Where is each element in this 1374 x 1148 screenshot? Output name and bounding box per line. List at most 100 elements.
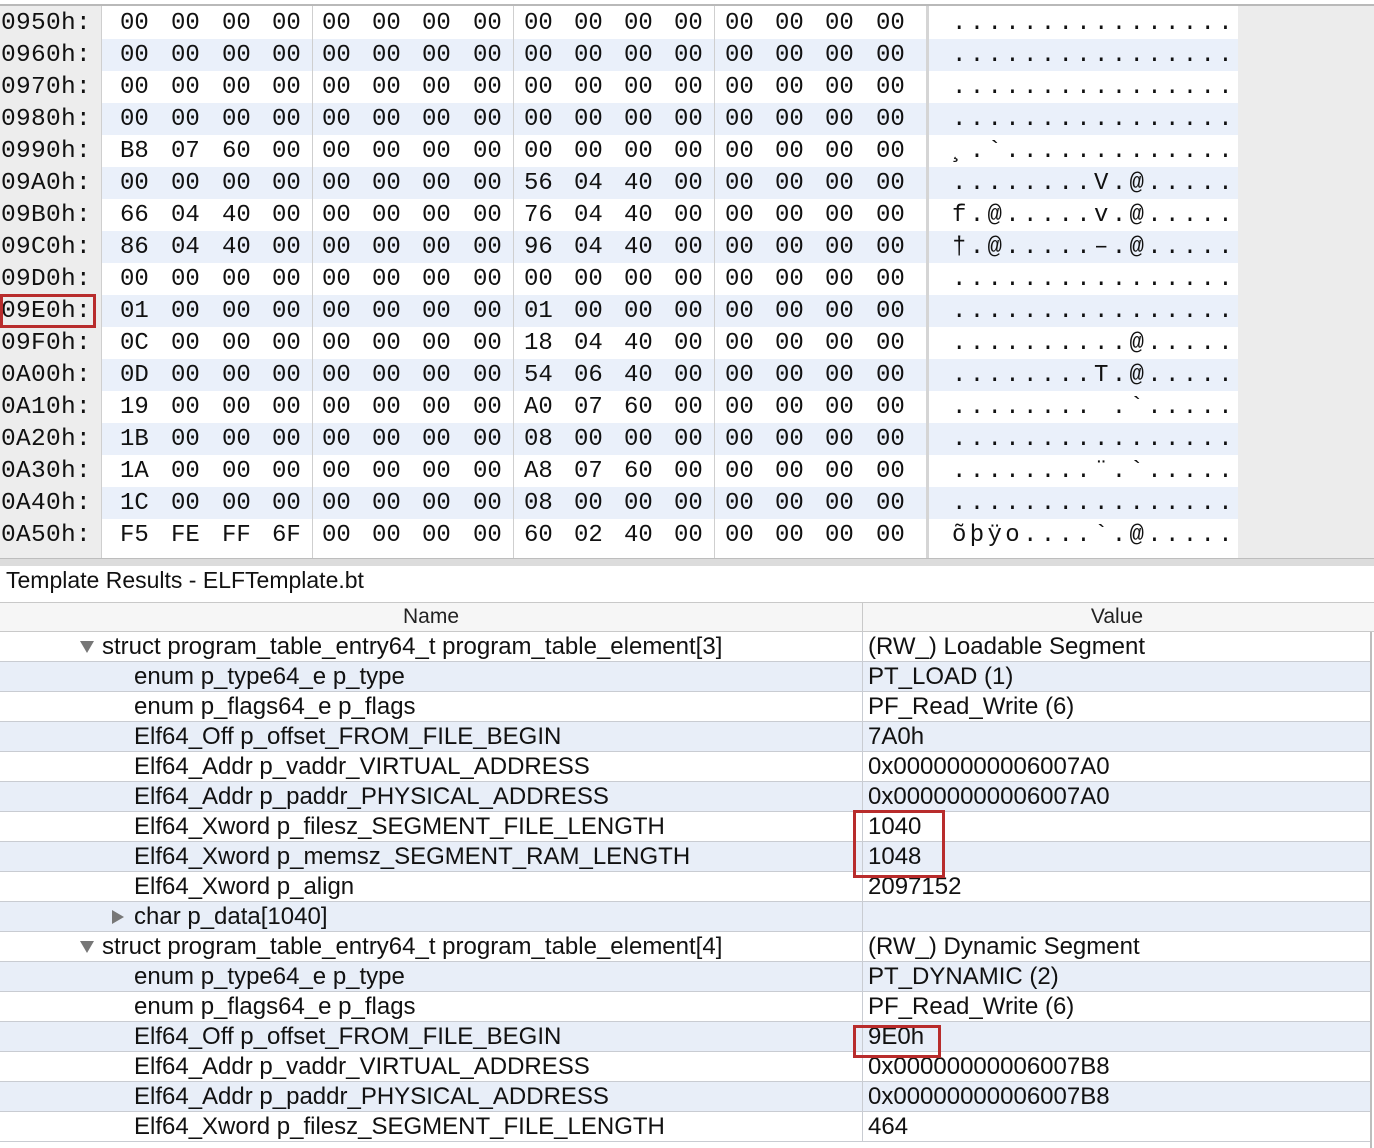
hex-byte[interactable]: 00 — [876, 42, 905, 69]
hex-byte[interactable]: 00 — [775, 106, 804, 133]
hex-byte[interactable]: 00 — [422, 330, 451, 357]
hex-byte[interactable]: 00 — [876, 522, 905, 549]
hex-byte[interactable]: 00 — [624, 42, 653, 69]
hex-byte[interactable]: 00 — [775, 170, 804, 197]
hex-byte[interactable]: 18 — [524, 330, 553, 357]
hex-byte[interactable]: 00 — [725, 330, 754, 357]
hex-byte[interactable]: 04 — [574, 170, 603, 197]
hex-byte[interactable]: 00 — [825, 170, 854, 197]
hex-byte[interactable]: 00 — [725, 522, 754, 549]
hex-byte[interactable]: 00 — [674, 266, 703, 293]
hex-byte[interactable]: 00 — [876, 426, 905, 453]
hex-byte[interactable]: 00 — [775, 298, 804, 325]
hex-byte[interactable]: 00 — [473, 522, 502, 549]
hex-byte[interactable]: 02 — [574, 522, 603, 549]
hex-byte[interactable]: 00 — [674, 522, 703, 549]
hex-byte[interactable]: 00 — [171, 10, 200, 37]
hex-byte[interactable]: 00 — [825, 458, 854, 485]
hex-byte[interactable]: 08 — [524, 426, 553, 453]
hex-byte[interactable]: 00 — [171, 74, 200, 101]
hex-byte[interactable]: 00 — [272, 202, 301, 229]
hex-byte[interactable]: 60 — [624, 458, 653, 485]
hex-byte[interactable]: 00 — [171, 426, 200, 453]
hex-byte[interactable]: 54 — [524, 362, 553, 389]
hex-byte[interactable]: 00 — [624, 426, 653, 453]
hex-ascii-text[interactable]: ................ — [952, 426, 1236, 453]
hex-byte[interactable]: 00 — [372, 522, 401, 549]
hex-byte[interactable]: 00 — [372, 426, 401, 453]
hex-byte[interactable]: 00 — [272, 266, 301, 293]
hex-byte[interactable]: 00 — [473, 394, 502, 421]
template-field-row[interactable]: Elf64_Off p_offset_FROM_FILE_BEGIN 7A0h — [0, 722, 1371, 752]
hex-byte[interactable]: 00 — [624, 490, 653, 517]
hex-byte[interactable]: 00 — [222, 42, 251, 69]
hex-byte[interactable]: 40 — [624, 202, 653, 229]
hex-byte[interactable]: 00 — [222, 490, 251, 517]
hex-byte[interactable]: 00 — [674, 234, 703, 261]
hex-byte[interactable]: 00 — [524, 266, 553, 293]
hex-byte[interactable]: 00 — [322, 74, 351, 101]
hex-ascii-text[interactable]: ..........@..... — [952, 330, 1236, 357]
hex-byte[interactable]: 00 — [674, 298, 703, 325]
hex-byte[interactable]: 00 — [624, 106, 653, 133]
hex-byte[interactable]: 00 — [222, 458, 251, 485]
hex-byte[interactable]: 00 — [473, 74, 502, 101]
hex-byte[interactable]: 00 — [322, 138, 351, 165]
hex-ascii-text[interactable]: ................ — [952, 10, 1236, 37]
field-value[interactable]: PF_Read_Write (6) — [868, 693, 1074, 721]
hex-byte[interactable]: 06 — [574, 362, 603, 389]
template-field-row[interactable]: Elf64_Xword p_filesz_SEGMENT_FILE_LENGTH… — [0, 812, 1371, 842]
hex-byte[interactable]: 00 — [422, 42, 451, 69]
hex-byte[interactable]: 00 — [171, 298, 200, 325]
column-header-value[interactable]: Value — [863, 605, 1371, 629]
hex-byte[interactable]: 1C — [120, 490, 149, 517]
hex-byte[interactable]: 00 — [422, 394, 451, 421]
hex-byte[interactable]: 00 — [272, 138, 301, 165]
hex-byte[interactable]: 00 — [473, 426, 502, 453]
template-field-row[interactable]: enum p_type64_e p_type PT_LOAD (1) — [0, 662, 1371, 692]
hex-byte[interactable]: 00 — [473, 298, 502, 325]
hex-byte[interactable]: 00 — [674, 362, 703, 389]
hex-byte[interactable]: 00 — [272, 106, 301, 133]
hex-byte[interactable]: 00 — [120, 106, 149, 133]
hex-byte[interactable]: 00 — [422, 10, 451, 37]
template-field-row[interactable]: Elf64_Xword p_align 2097152 — [0, 872, 1371, 902]
field-value[interactable]: PF_Read_Write (6) — [868, 993, 1074, 1021]
hex-byte[interactable]: 00 — [574, 426, 603, 453]
field-value[interactable]: PT_LOAD (1) — [868, 663, 1013, 691]
hex-byte[interactable]: 00 — [825, 138, 854, 165]
hex-byte[interactable]: 00 — [372, 74, 401, 101]
template-field-row[interactable]: Elf64_Addr p_paddr_PHYSICAL_ADDRESS 0x000… — [0, 782, 1371, 812]
hex-byte[interactable]: 00 — [473, 170, 502, 197]
hex-byte[interactable]: 04 — [171, 234, 200, 261]
hex-byte[interactable]: 00 — [775, 522, 804, 549]
hex-byte[interactable]: 00 — [574, 266, 603, 293]
hex-byte[interactable]: 00 — [825, 298, 854, 325]
hex-byte[interactable]: 00 — [825, 426, 854, 453]
hex-byte[interactable]: A8 — [524, 458, 553, 485]
template-field-row[interactable]: enum p_flags64_e p_flags PF_Read_Write (6… — [0, 692, 1371, 722]
hex-byte[interactable]: 19 — [120, 394, 149, 421]
hex-byte[interactable]: 00 — [725, 458, 754, 485]
disclosure-triangle-right-icon[interactable] — [112, 910, 124, 924]
template-field-row[interactable]: Elf64_Off p_offset_FROM_FILE_BEGIN 9E0h — [0, 1022, 1371, 1052]
hex-byte[interactable]: 00 — [473, 138, 502, 165]
hex-byte[interactable]: 00 — [674, 138, 703, 165]
hex-byte[interactable]: 00 — [322, 10, 351, 37]
hex-byte[interactable]: 00 — [171, 458, 200, 485]
hex-byte[interactable]: 00 — [222, 394, 251, 421]
hex-byte[interactable]: 00 — [372, 202, 401, 229]
hex-byte[interactable]: 00 — [876, 106, 905, 133]
hex-byte[interactable]: 00 — [825, 362, 854, 389]
hex-byte[interactable]: 00 — [725, 490, 754, 517]
hex-byte[interactable]: 00 — [272, 426, 301, 453]
hex-byte[interactable]: 00 — [674, 330, 703, 357]
hex-byte[interactable]: 00 — [725, 202, 754, 229]
hex-byte[interactable]: 00 — [272, 10, 301, 37]
hex-byte[interactable]: 00 — [775, 138, 804, 165]
hex-editor-panel[interactable]: 0950h: 00 00 00 00 00 00 00 00 00 00 00 00 00 00 00 00..… — [0, 0, 1374, 558]
hex-byte[interactable]: 00 — [422, 522, 451, 549]
hex-byte[interactable]: 00 — [222, 10, 251, 37]
hex-byte[interactable]: 00 — [272, 170, 301, 197]
hex-byte[interactable]: 00 — [775, 42, 804, 69]
